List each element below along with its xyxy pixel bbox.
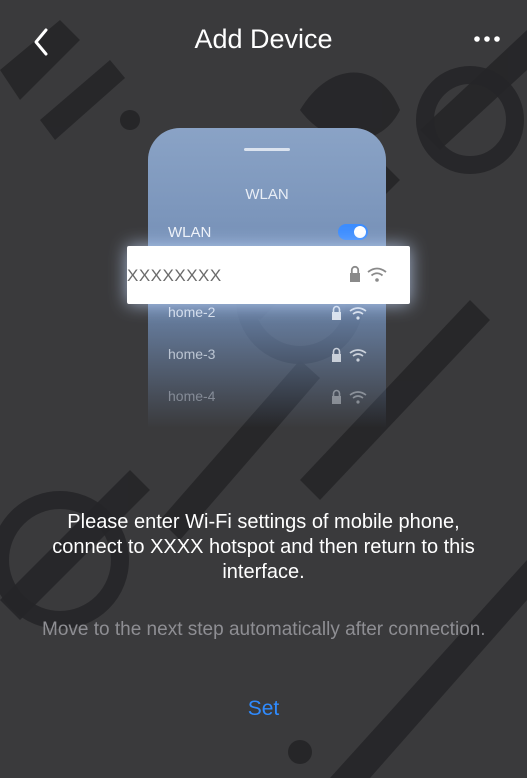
instruction-text: Please enter Wi-Fi settings of mobile ph… [52,511,475,583]
lock-wifi-icon [332,305,367,320]
hint-text: Move to the next step automatically afte… [42,619,486,640]
top-bar: Add Device [0,0,527,84]
more-horizontal-icon [474,36,500,42]
network-name: home-4 [168,388,216,404]
network-item: home-4 [168,386,368,410]
lock-wifi-icon [332,347,367,362]
network-name: home-3 [168,346,216,362]
network-name: home-2 [168,304,216,320]
wlan-label: WLAN [168,224,212,241]
network-item: home-3 [168,344,368,368]
wlan-toggle [338,224,368,240]
network-item: home-2 [168,302,368,326]
lock-wifi-icon [332,389,367,404]
selected-network-name: XXXXXXXX [127,266,222,285]
more-button[interactable] [467,27,507,51]
wlan-toggle-row: WLAN [168,222,368,246]
lock-wifi-icon [350,265,387,282]
selected-network-card: XXXXXXXX [127,246,410,304]
page-title: Add Device [194,24,333,54]
phone-speaker [244,148,290,151]
set-button[interactable]: Set [0,697,527,721]
phone-screen-title: WLAN [245,186,289,203]
